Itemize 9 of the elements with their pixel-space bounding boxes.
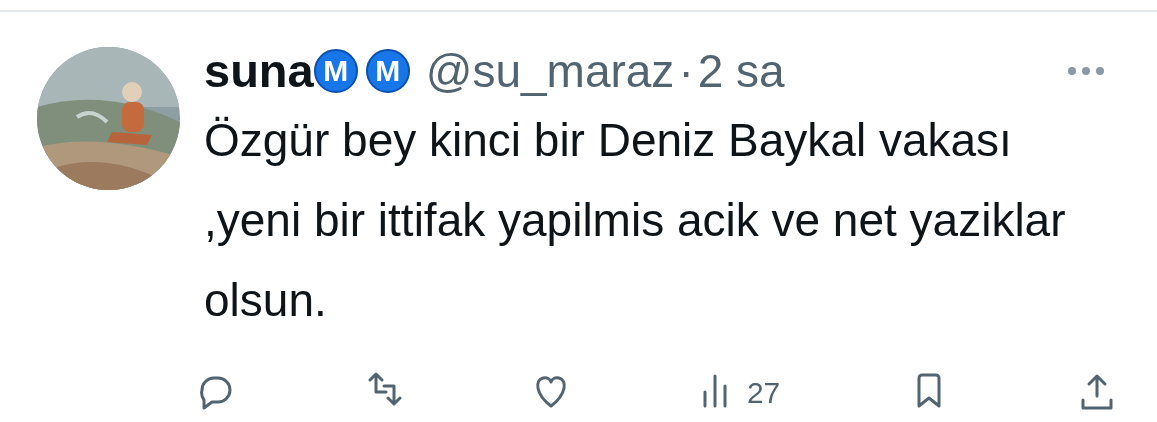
- more-icon[interactable]: [1067, 66, 1105, 77]
- view-count: 27: [746, 375, 781, 411]
- timestamp: 2 sa: [697, 47, 785, 94]
- user-name: suna: [204, 47, 314, 94]
- badge-icon: M: [313, 48, 358, 93]
- separator-dot: ·: [678, 47, 694, 94]
- badge-icon: M: [365, 48, 410, 93]
- tweet-text: Özgür bey kinci bir Deniz Baykal vakası ,yeni bir ittifak yapilmis acik ve net yaziklar olsun.: [204, 113, 1067, 328]
- user-handle: @su_maraz: [425, 47, 675, 94]
